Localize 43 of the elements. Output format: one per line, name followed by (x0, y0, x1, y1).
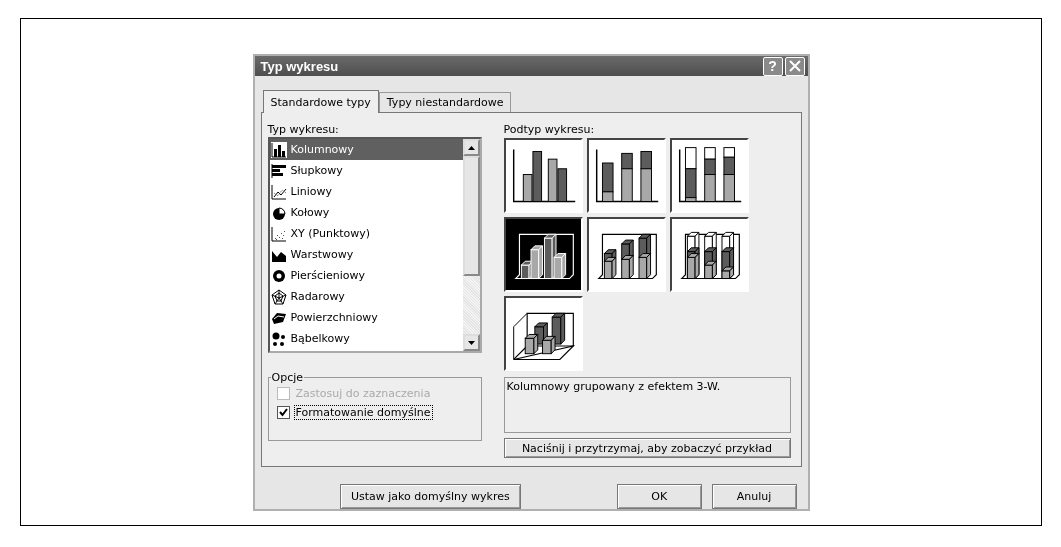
chart-type-item[interactable]: Warstwowy (269, 244, 463, 265)
tab[interactable]: Standardowe typy (262, 90, 379, 113)
chart-subtype-option[interactable] (503, 138, 583, 213)
radar-chart-icon (270, 288, 287, 305)
scrollbar[interactable] (462, 139, 480, 351)
window-title: Typ wykresu (260, 58, 340, 74)
set-default-button[interactable]: Ustaw jako domyślny wykres (340, 484, 521, 509)
chart-type-item[interactable]: Powierzchniowy (269, 307, 463, 328)
chart-type-item[interactable]: Liniowy (269, 181, 463, 202)
chart-subtype-option[interactable] (586, 217, 666, 292)
chart-type-item[interactable]: Słupkowy (269, 160, 463, 181)
bar-chart-icon (270, 162, 287, 179)
scroll-down-button[interactable] (462, 334, 480, 351)
preview-button[interactable]: Naciśnij i przytrzymaj, aby zobaczyć przykład (503, 438, 791, 459)
chart-type-item[interactable]: Pierścieniowy (269, 265, 463, 286)
subtype-label: Podtyp wykresu: (503, 123, 596, 136)
chart-type-item[interactable]: XY (Punktowy) (269, 223, 463, 244)
checkbox-label[interactable]: Formatowanie domyślne (293, 405, 433, 420)
pie-chart-icon (270, 204, 287, 221)
options-title: Opcje (270, 371, 304, 384)
subtype-description: Kolumnowy grupowany z efektem 3-W. (506, 380, 721, 393)
close-icon (788, 60, 801, 72)
chart-type-item[interactable]: Kołowy (269, 202, 463, 223)
chart-subtype-option[interactable] (503, 217, 583, 292)
doughnut-chart-icon (270, 267, 287, 284)
chart-subtype-option[interactable] (669, 138, 749, 213)
ok-button[interactable]: OK (616, 484, 702, 509)
chart-type-label: Typ wykresu: (267, 123, 340, 136)
chart-subtype-option[interactable] (586, 138, 666, 213)
tab[interactable]: Typy niestandardowe (378, 92, 512, 112)
chart-type-item[interactable]: Bąbelkowy (269, 328, 463, 349)
chart-type-item[interactable]: Kolumnowy (269, 139, 463, 160)
cancel-button[interactable]: Anuluj (711, 484, 797, 509)
chart-subtype-option[interactable] (669, 217, 749, 292)
chart-type-list[interactable]: Kolumnowy Słupkowy Liniowy Kołowy XY (Punktowy) Warstwowy Pierścieniowy Radarowy Powierzchniowy Bąbelkowy (267, 137, 482, 353)
chart-type-item[interactable]: Radarowy (269, 286, 463, 307)
column-chart-icon (270, 141, 287, 158)
down-arrow-icon (467, 340, 475, 345)
scroll-thumb[interactable] (462, 156, 480, 276)
checkbox[interactable] (276, 406, 290, 419)
up-arrow-icon (467, 145, 475, 150)
chart-subtype-option[interactable] (503, 296, 583, 371)
close-button[interactable] (784, 56, 805, 76)
